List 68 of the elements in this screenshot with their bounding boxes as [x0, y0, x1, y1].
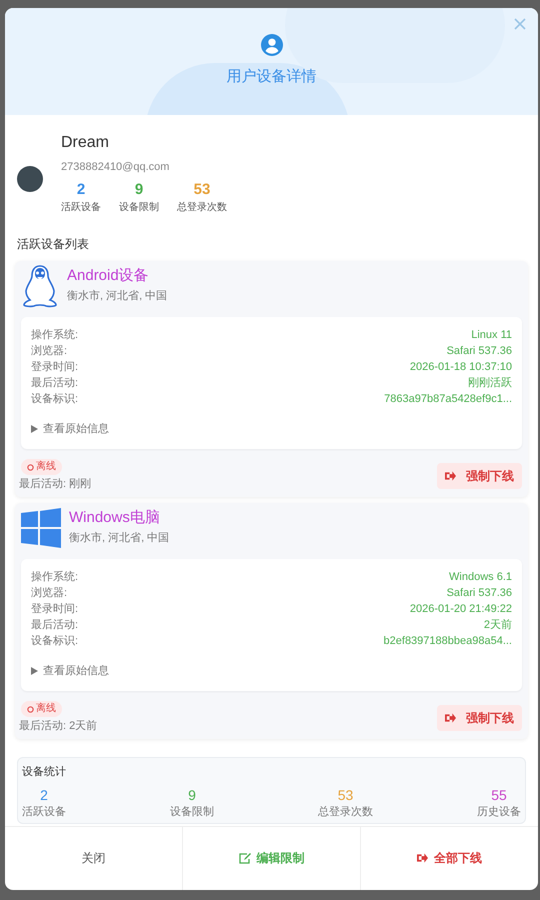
stat-value: 2 — [76, 180, 86, 200]
detail-value: Windows 6.1 — [449, 570, 512, 584]
raw-info-toggle[interactable]: 查看原始信息 — [31, 420, 109, 437]
close-button[interactable] — [512, 16, 528, 32]
detail-value: 7863a97b87a5428ef9c1... — [384, 392, 512, 406]
windows-icon — [21, 508, 61, 548]
stat-label: 设备限制 — [119, 200, 159, 214]
device-name: Windows电脑 — [69, 508, 161, 528]
edit-button[interactable]: 编辑限制 — [182, 826, 360, 890]
detail-label: 登录时间: — [31, 360, 78, 374]
edit-icon — [238, 852, 250, 864]
stat-value: 9 — [134, 180, 144, 200]
last-active: 最后活动: 刚刚 — [19, 477, 92, 492]
stat-label: 活跃设备 — [22, 805, 66, 820]
stat-label: 历史设备 — [477, 805, 521, 820]
stat-label: 活跃设备 — [61, 200, 101, 214]
user-name: Dream — [61, 133, 110, 153]
triangle-icon — [31, 424, 38, 433]
logout-icon — [445, 470, 456, 480]
detail-label: 登录时间: — [31, 602, 78, 616]
detail-label: 操作系统: — [31, 328, 78, 342]
detail-value: 2天前 — [484, 618, 512, 632]
stats-title: 设备统计 — [22, 764, 67, 780]
device-name: Android设备 — [67, 266, 150, 286]
user-icon — [260, 34, 282, 56]
close-icon — [512, 16, 528, 32]
detail-value: Safari 537.36 — [446, 586, 512, 600]
stat-value: 2 — [40, 786, 48, 804]
force-logout-button[interactable]: 强制下线 — [437, 704, 522, 730]
detail-value: 刚刚活跃 — [468, 376, 512, 390]
last-active: 最后活动: 2天前 — [19, 719, 98, 734]
status-ring-icon — [27, 464, 34, 470]
stat-value: 53 — [194, 180, 210, 200]
detail-label: 操作系统: — [31, 570, 78, 584]
stat-value: 53 — [338, 786, 354, 804]
logout-button[interactable]: 全部下线 — [360, 826, 538, 890]
stat-value: 9 — [188, 786, 196, 804]
triangle-icon — [31, 666, 38, 675]
status-badge: 离线 — [21, 701, 62, 717]
detail-label: 设备标识: — [31, 634, 78, 648]
detail-label: 设备标识: — [31, 392, 78, 406]
user-email: 2738882410@qq.com — [61, 160, 170, 175]
device-location: 衡水市, 河北省, 中国 — [67, 288, 168, 304]
detail-label: 最后活动: — [31, 618, 78, 632]
force-logout-button[interactable]: 强制下线 — [437, 462, 522, 488]
logout-icon — [417, 853, 428, 864]
detail-value: Linux 11 — [471, 328, 512, 342]
detail-value: Safari 537.36 — [446, 344, 512, 358]
close-button[interactable]: 关闭 — [5, 826, 182, 890]
raw-info-toggle[interactable]: 查看原始信息 — [31, 662, 109, 679]
dialog-title: 用户设备详情 — [226, 67, 316, 87]
avatar — [17, 166, 43, 192]
logout-icon — [445, 712, 456, 722]
detail-value: b2ef8397188bbea98a54... — [384, 634, 512, 648]
stat-label: 总登录次数 — [177, 200, 227, 214]
stat-value: 55 — [491, 786, 507, 804]
penguin-icon — [21, 264, 59, 308]
detail-value: 2026-01-20 21:49:22 — [410, 602, 512, 616]
detail-value: 2026-01-18 10:37:10 — [410, 360, 512, 374]
section-heading: 活跃设备列表 — [16, 236, 90, 252]
stat-label: 总登录次数 — [318, 805, 373, 820]
detail-label: 最后活动: — [31, 376, 78, 390]
device-location: 衡水市, 河北省, 中国 — [69, 530, 170, 546]
detail-label: 浏览器: — [31, 344, 68, 358]
stat-label: 设备限制 — [170, 805, 214, 820]
detail-label: 浏览器: — [31, 586, 68, 600]
status-badge: 离线 — [21, 459, 62, 475]
status-ring-icon — [27, 706, 34, 712]
